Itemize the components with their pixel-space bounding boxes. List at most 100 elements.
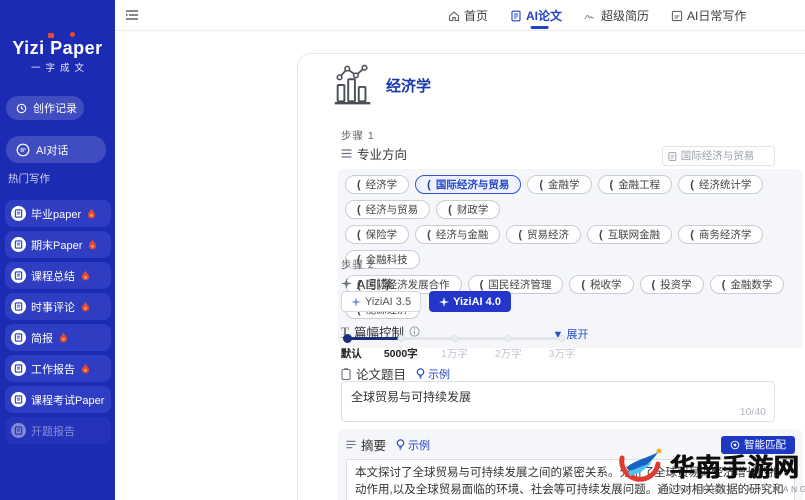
sidebar-item[interactable]: 工作报告 [5, 355, 111, 382]
collapse-sidebar-icon[interactable] [125, 9, 139, 21]
nav-item-ai-daily-writing[interactable]: AI日常写作 [671, 0, 746, 31]
length-slider: 默认 5000字 1万字 2万字 3万字 [341, 334, 576, 361]
slider-track[interactable] [343, 334, 566, 343]
major-tag[interactable]: ( 金融学 [527, 175, 592, 194]
abstract-label: 摘要 [346, 435, 386, 454]
list-icon [346, 440, 356, 449]
slider-stop-dot[interactable] [397, 335, 405, 342]
sidebar-item-label: 创作记录 [33, 103, 77, 115]
major-tag[interactable]: ( 经济统计学 [678, 175, 764, 194]
slider-stop-label[interactable]: 5000字 [384, 346, 418, 361]
slider-stop-dot[interactable] [558, 335, 566, 342]
slider-stop-dot[interactable] [504, 335, 512, 342]
major-tag[interactable]: ( 互联网金融 [587, 225, 673, 244]
paper-title-input[interactable] [342, 382, 774, 410]
tag-bracket-icon: ( [651, 278, 656, 291]
fire-icon [81, 301, 90, 312]
tag-label: 税收学 [590, 279, 622, 291]
engine-row: YiziAI 3.5 YiziAI 4.0 [341, 291, 511, 312]
list-icon [341, 149, 352, 158]
major-tag[interactable]: ( 商务经济学 [678, 225, 764, 244]
major-search-box [662, 146, 775, 166]
major-tag[interactable]: ( 贸易经济 [506, 225, 582, 244]
major-tag[interactable]: ( 投资学 [639, 275, 704, 294]
doc-icon [11, 330, 26, 345]
nav-item-ai-paper[interactable]: AI论文 [510, 0, 562, 31]
step-1-label: 步骤 1 [341, 130, 375, 142]
topbar: 首页 AI论文 超级简历 AI日常写作 [115, 0, 805, 31]
fire-icon [88, 239, 97, 250]
tag-label: 金融学 [548, 179, 580, 191]
tag-label: 经济统计学 [698, 179, 752, 191]
sidebar-item[interactable]: 开题报告 [5, 417, 111, 444]
slider-stop-label[interactable]: 3万字 [549, 346, 576, 361]
slider-stop-label[interactable]: 默认 [341, 346, 362, 361]
tag-bracket-icon: ( [690, 228, 694, 241]
top-nav: 首页 AI论文 超级简历 AI日常写作 [448, 0, 746, 31]
tag-bracket-icon: ( [427, 228, 431, 241]
major-tag[interactable]: ( 税收学 [569, 275, 634, 294]
tag-bracket-icon: ( [518, 228, 523, 241]
major-tag[interactable]: ( 财政学 [436, 200, 501, 219]
app: Yizi Paper 一字成文 创作记录 AI对话 热门写作 毕业paper 期… [0, 0, 805, 500]
tag-label: 互联网金融 [607, 229, 661, 241]
nav-item-label: 超级简历 [601, 9, 650, 23]
major-tag[interactable]: ( 金融数学 [709, 275, 785, 294]
sidebar-section-label: 热门写作 [8, 173, 50, 185]
major-tag[interactable]: ( 经济与金融 [415, 225, 501, 244]
sidebar-item[interactable]: 毕业paper [5, 200, 111, 227]
slider-stop-dot[interactable] [451, 335, 458, 342]
tag-label: 经济与贸易 [365, 204, 419, 216]
slider-stop-label[interactable]: 1万字 [441, 346, 468, 361]
search-doc-icon [668, 151, 677, 161]
document-icon [511, 10, 521, 21]
chat-icon [16, 143, 30, 156]
sidebar-item[interactable]: 时事评论 [5, 293, 111, 320]
sidebar-item[interactable]: 课程考试Paper [5, 386, 111, 413]
major-search-input[interactable] [680, 150, 769, 162]
slider-stop-label[interactable]: 2万字 [495, 346, 522, 361]
tag-label: 贸易经济 [527, 229, 570, 241]
slider-knob[interactable] [343, 334, 352, 343]
major-tag[interactable]: ( 金融工程 [597, 175, 673, 194]
sidebar-item-label: 毕业paper [31, 208, 82, 221]
sparkle-icon [439, 296, 450, 307]
sidebar-item[interactable]: 简报 [5, 324, 111, 351]
clock-icon [16, 103, 27, 113]
clipboard-icon [341, 367, 351, 380]
tag-bracket-icon: ( [609, 178, 614, 191]
tag-label: 投资学 [660, 279, 692, 291]
tag-bracket-icon: ( [357, 203, 361, 216]
nav-item-super-resume[interactable]: 超级简历 [584, 0, 649, 31]
sidebar-item[interactable]: 课程总结 [5, 262, 111, 289]
major-tag[interactable]: ( 国际经济与贸易 [415, 175, 522, 194]
tag-label: 商务经济学 [698, 229, 752, 241]
tag-bracket-icon: ( [448, 203, 452, 216]
major-tag[interactable]: ( 经济学 [345, 175, 410, 194]
nav-item-home[interactable]: 首页 [448, 0, 488, 31]
sidebar-item-creation-history[interactable]: 创作记录 [6, 96, 84, 120]
engine-yiziai-40-button[interactable]: YiziAI 4.0 [429, 291, 511, 312]
title-example-link[interactable]: 示例 [416, 366, 450, 382]
economics-chart-icon [334, 64, 371, 105]
major-tag[interactable]: ( 经济与贸易 [345, 200, 431, 219]
sidebar-item-label: AI对话 [36, 144, 69, 157]
sidebar-item-label: 时事评论 [31, 301, 75, 314]
info-icon [409, 326, 420, 337]
sidebar: Yizi Paper 一字成文 创作记录 AI对话 热门写作 毕业paper 期… [0, 0, 115, 500]
abstract-example-link[interactable]: 示例 [396, 437, 430, 453]
tag-row: ( 经济学 ( 国际经济与贸易 ( 金融学 ( 金融工程 ( 经济统计学 ( 经… [345, 175, 796, 219]
doc-icon [11, 361, 26, 376]
tag-bracket-icon: ( [427, 178, 431, 191]
sidebar-item-ai-chat[interactable]: AI对话 [6, 136, 106, 163]
sidebar-item[interactable]: 期末Paper [5, 231, 111, 258]
fire-icon [81, 363, 90, 374]
engine-yiziai-35-button[interactable]: YiziAI 3.5 [341, 291, 422, 312]
watermark-title: 华南手游网 [669, 454, 800, 482]
major-tag[interactable]: ( 保险学 [345, 225, 410, 244]
resume-icon [584, 14, 595, 19]
edit-square-icon [671, 10, 683, 21]
slider-labels: 默认 5000字 1万字 2万字 3万字 [341, 346, 576, 361]
watermark-subtitle: HUANANSHOUYOUWANG [659, 484, 805, 494]
doc-icon [11, 392, 26, 407]
